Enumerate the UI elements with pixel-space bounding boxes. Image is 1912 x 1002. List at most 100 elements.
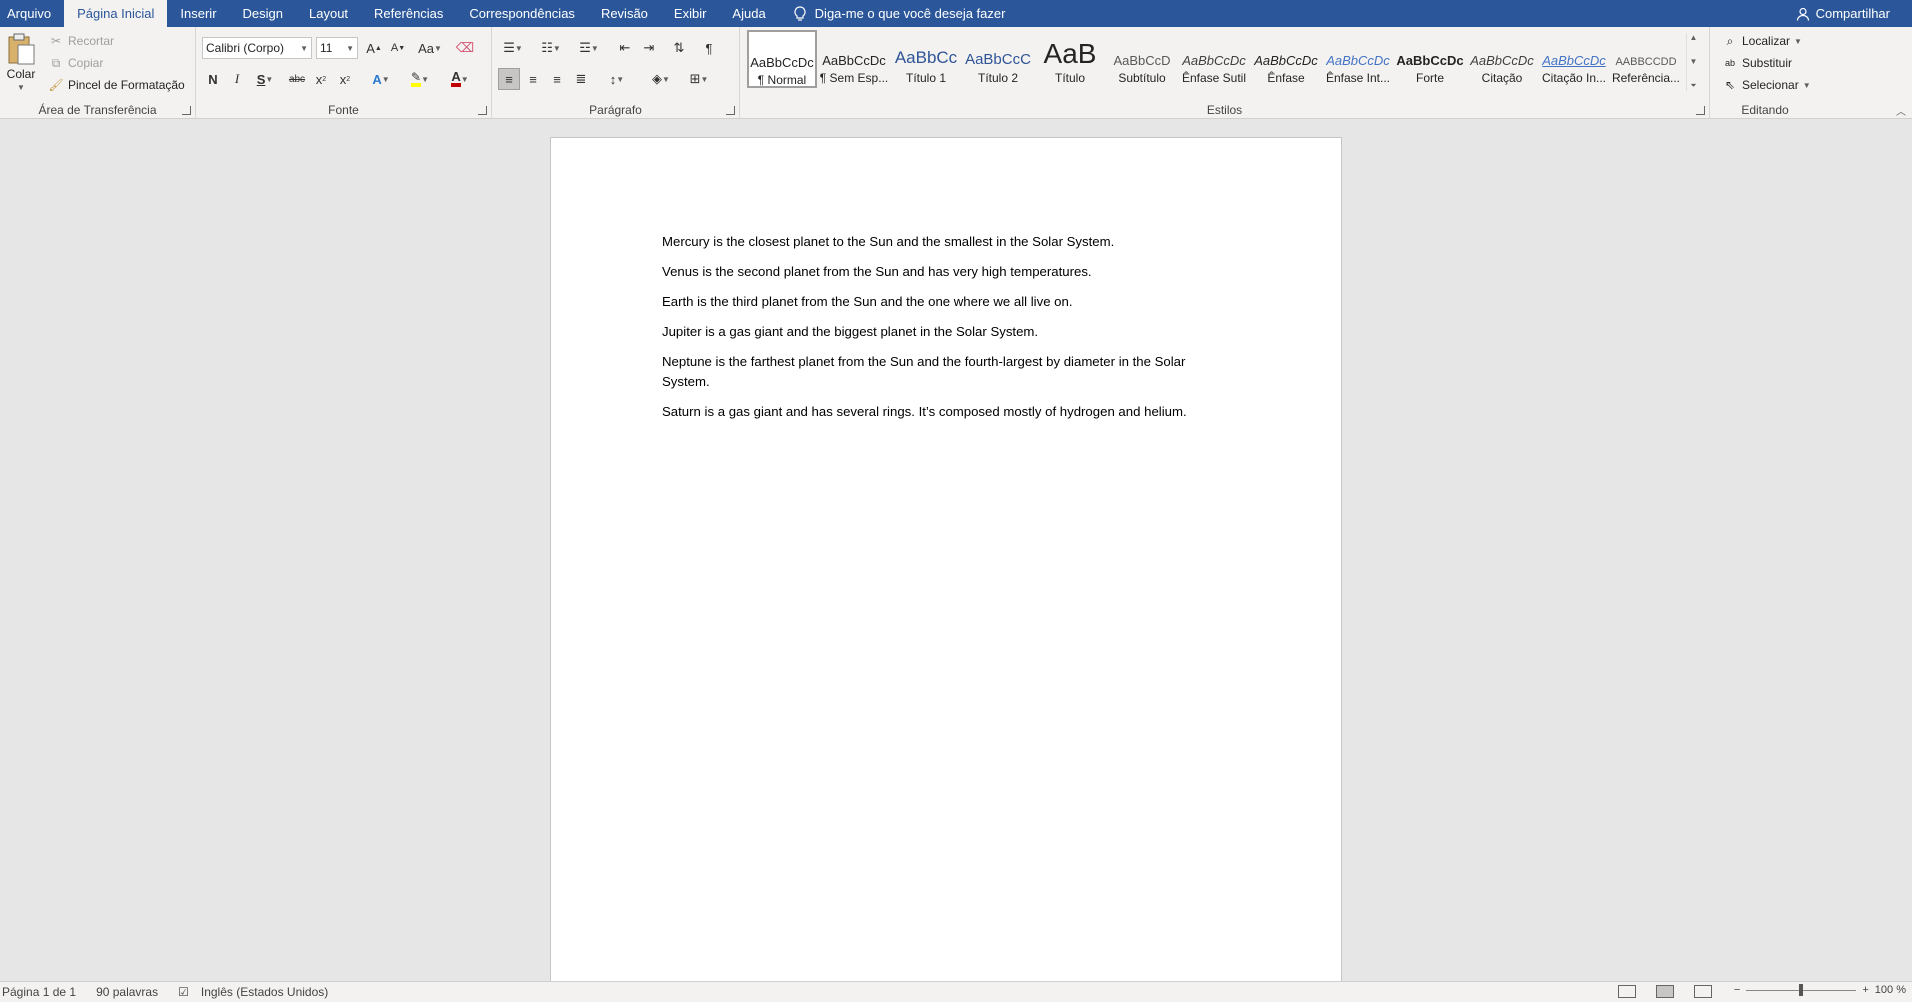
doc-paragraph[interactable]: Mercury is the closest planet to the Sun… xyxy=(662,232,1232,252)
bold-button[interactable]: N xyxy=(202,68,224,90)
style-subtle-reference[interactable]: AABBCCDD Referência... xyxy=(1611,30,1681,88)
tell-me-box[interactable]: Diga-me o que você deseja fazer xyxy=(793,0,1005,27)
align-center-button[interactable]: ≡ xyxy=(522,68,544,90)
tab-revisao[interactable]: Revisão xyxy=(588,0,661,27)
multilevel-list-button[interactable]: ☲ ▼ xyxy=(574,37,604,59)
style-intense-quote[interactable]: AaBbCcDc Citação In... xyxy=(1539,30,1609,88)
style-title[interactable]: AaB Título xyxy=(1035,30,1105,88)
web-layout-icon[interactable] xyxy=(1694,985,1712,998)
style-name: Forte xyxy=(1415,71,1444,85)
line-spacing-button[interactable]: ↕ ▼ xyxy=(602,68,632,90)
style-heading-1[interactable]: AaBbCc Título 1 xyxy=(891,30,961,88)
text-effects-button[interactable]: A ▼ xyxy=(366,68,396,90)
page-count[interactable]: Página 1 de 1 xyxy=(0,985,86,999)
numbering-button[interactable]: ☷ ▼ xyxy=(536,37,566,59)
style-name: Título 1 xyxy=(905,71,947,85)
zoom-out-icon[interactable]: − xyxy=(1734,984,1740,996)
dialog-launcher-icon[interactable] xyxy=(182,106,191,115)
style-subtle-emphasis[interactable]: AaBbCcDc Ênfase Sutil xyxy=(1179,30,1249,88)
dialog-launcher-icon[interactable] xyxy=(726,106,735,115)
align-left-button[interactable]: ≡ xyxy=(498,68,520,90)
dialog-launcher-icon[interactable] xyxy=(478,106,487,115)
tab-referencias[interactable]: Referências xyxy=(361,0,456,27)
find-button[interactable]: ⌕ Localizar ▼ xyxy=(1722,33,1802,49)
cut-button[interactable]: ✂ Recortar xyxy=(48,33,114,49)
replace-button[interactable]: ab Substituir xyxy=(1722,55,1792,71)
word-count[interactable]: 90 palavras xyxy=(94,985,168,999)
style-subtitle[interactable]: AaBbCcD Subtítulo xyxy=(1107,30,1177,88)
zoom-slider[interactable] xyxy=(1746,983,1857,996)
strikethrough-button[interactable]: abc xyxy=(286,68,308,90)
style-no-spacing[interactable]: AaBbCcDc ¶ Sem Esp... xyxy=(819,30,889,88)
tab-correspondencias[interactable]: Correspondências xyxy=(456,0,588,27)
doc-paragraph[interactable]: Neptune is the farthest planet from the … xyxy=(662,352,1232,392)
chevron-down-icon[interactable]: ▼ xyxy=(1690,57,1698,66)
style-strong[interactable]: AaBbCcDc Forte xyxy=(1395,30,1465,88)
zoom-slider-thumb[interactable] xyxy=(1799,983,1804,996)
proofing-icon[interactable]: ☑ xyxy=(176,985,199,999)
highlight-button[interactable]: ✎ ▼ xyxy=(404,68,436,90)
doc-paragraph[interactable]: Saturn is a gas giant and has several ri… xyxy=(662,402,1232,422)
borders-button[interactable]: ⊞ ▼ xyxy=(684,68,714,90)
styles-gallery-scroll[interactable]: ▲ ▼ ⏷ xyxy=(1686,33,1700,91)
style-emphasis[interactable]: AaBbCcDc Ênfase xyxy=(1251,30,1321,88)
show-marks-button[interactable]: ¶ xyxy=(698,37,720,59)
doc-paragraph[interactable]: Venus is the second planet from the Sun … xyxy=(662,262,1232,282)
align-right-icon: ≡ xyxy=(553,71,561,87)
chevron-up-icon[interactable]: ▲ xyxy=(1690,33,1698,42)
more-icon[interactable]: ⏷ xyxy=(1690,81,1696,91)
copy-button[interactable]: ⧉ Copiar xyxy=(48,55,104,71)
tab-layout[interactable]: Layout xyxy=(296,0,361,27)
share-button[interactable]: Compartilhar xyxy=(1796,0,1912,27)
tab-inserir[interactable]: Inserir xyxy=(167,0,229,27)
zoom-in-icon[interactable]: + xyxy=(1862,984,1868,996)
increase-indent-button[interactable]: ⇥ xyxy=(638,37,660,59)
zoom-level[interactable]: 100 % xyxy=(1875,984,1906,996)
align-left-icon: ≡ xyxy=(505,71,513,87)
decrease-indent-button[interactable]: ⇤ xyxy=(614,37,636,59)
person-icon xyxy=(1796,7,1809,21)
shrink-font-icon: A xyxy=(390,42,399,54)
style-preview: AaBbCcDc xyxy=(1396,53,1464,68)
style-quote[interactable]: AaBbCcDc Citação xyxy=(1467,30,1537,88)
language-indicator[interactable]: Inglês (Estados Unidos) xyxy=(199,985,338,999)
subscript-button[interactable]: x2 xyxy=(310,68,332,90)
superscript-button[interactable]: x2 xyxy=(334,68,356,90)
style-name: Citação xyxy=(1481,71,1523,85)
read-mode-icon[interactable] xyxy=(1618,985,1636,998)
document-body[interactable]: Mercury is the closest planet to the Sun… xyxy=(662,232,1232,432)
clear-formatting-button[interactable]: ⌫ xyxy=(454,37,476,59)
dialog-launcher-icon[interactable] xyxy=(1696,106,1705,115)
style-preview: AABBCCDD xyxy=(1615,56,1677,68)
clipboard-group-label: Área de Transferência xyxy=(38,103,157,117)
font-color-button[interactable]: A ▼ xyxy=(444,68,476,90)
font-name-select[interactable]: Calibri (Corpo) ▼ xyxy=(202,37,312,59)
format-painter-button[interactable]: 🖌 Pincel de Formatação xyxy=(48,77,184,93)
justify-button[interactable]: ≣ xyxy=(570,68,592,90)
print-layout-icon[interactable] xyxy=(1656,985,1674,998)
doc-paragraph[interactable]: Earth is the third planet from the Sun a… xyxy=(662,292,1232,312)
tab-design[interactable]: Design xyxy=(230,0,296,27)
tab-arquivo[interactable]: Arquivo xyxy=(0,0,64,27)
shrink-font-button[interactable]: A ▼ xyxy=(387,37,409,59)
select-button[interactable]: ⇖ Selecionar ▼ xyxy=(1722,77,1811,93)
tab-exibir[interactable]: Exibir xyxy=(661,0,720,27)
align-right-button[interactable]: ≡ xyxy=(546,68,568,90)
grow-font-button[interactable]: A ▲ xyxy=(363,37,385,59)
bullets-button[interactable]: ☰ ▼ xyxy=(498,37,528,59)
collapse-ribbon-button[interactable]: ︿ xyxy=(1896,103,1906,118)
italic-button[interactable]: I xyxy=(226,68,248,90)
font-size-select[interactable]: 11 ▼ xyxy=(316,37,358,59)
document-page[interactable]: Mercury is the closest planet to the Sun… xyxy=(550,137,1342,982)
tab-ajuda[interactable]: Ajuda xyxy=(719,0,778,27)
shading-button[interactable]: ◈ ▼ xyxy=(646,68,676,90)
sort-button[interactable]: ⇅ xyxy=(668,37,690,59)
style-heading-2[interactable]: AaBbCcC Título 2 xyxy=(963,30,1033,88)
paste-button[interactable]: Colar ▼ xyxy=(6,33,36,92)
underline-button[interactable]: S ▼ xyxy=(250,68,280,90)
change-case-button[interactable]: Aa ▼ xyxy=(414,37,446,59)
style-intense-emphasis[interactable]: AaBbCcDc Ênfase Int... xyxy=(1323,30,1393,88)
doc-paragraph[interactable]: Jupiter is a gas giant and the biggest p… xyxy=(662,322,1232,342)
style-normal[interactable]: AaBbCcDc ¶ Normal xyxy=(747,30,817,88)
tab-pagina-inicial[interactable]: Página Inicial xyxy=(64,0,168,27)
